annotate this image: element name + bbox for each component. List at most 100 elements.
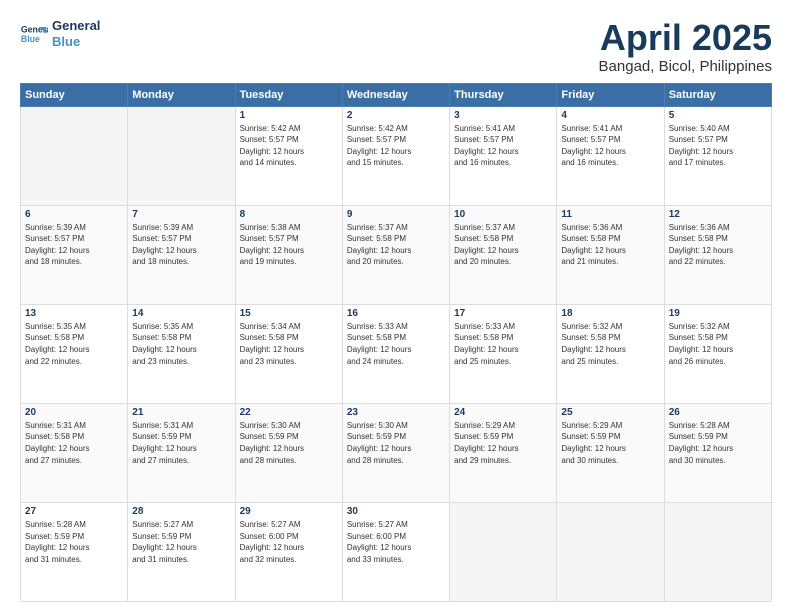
calendar-cell: 9 Sunrise: 5:37 AM Sunset: 5:58 PM Daylig… — [342, 205, 449, 304]
day-number: 14 — [132, 308, 230, 319]
calendar-subtitle: Bangad, Bicol, Philippines — [599, 58, 772, 75]
calendar-cell: 24 Sunrise: 5:29 AM Sunset: 5:59 PM Dayli… — [450, 403, 557, 502]
day-details: Sunrise: 5:42 AM Sunset: 5:57 PM Dayligh… — [240, 123, 338, 169]
day-details: Sunrise: 5:32 AM Sunset: 5:58 PM Dayligh… — [669, 321, 767, 367]
day-header-monday: Monday — [128, 83, 235, 106]
day-details: Sunrise: 5:40 AM Sunset: 5:57 PM Dayligh… — [669, 123, 767, 169]
calendar-table: SundayMondayTuesdayWednesdayThursdayFrid… — [20, 83, 772, 602]
calendar-title: April 2025 — [599, 18, 772, 58]
calendar-cell: 15Sunrise: 5:34 AM Sunset: 5:58 PM Dayli… — [235, 304, 342, 403]
calendar-cell: 22 Sunrise: 5:30 AM Sunset: 5:59 PM Dayli… — [235, 403, 342, 502]
calendar-week-row: 27 Sunrise: 5:28 AM Sunset: 5:59 PM Dayli… — [21, 502, 772, 601]
calendar-week-row: 13Sunrise: 5:35 AM Sunset: 5:58 PM Dayli… — [21, 304, 772, 403]
calendar-cell: 16Sunrise: 5:33 AM Sunset: 5:58 PM Dayli… — [342, 304, 449, 403]
day-number: 27 — [25, 506, 123, 517]
day-details: Sunrise: 5:35 AM Sunset: 5:58 PM Dayligh… — [25, 321, 123, 367]
calendar-cell: 23 Sunrise: 5:30 AM Sunset: 5:59 PM Dayli… — [342, 403, 449, 502]
day-number: 19 — [669, 308, 767, 319]
calendar-cell: 19 Sunrise: 5:32 AM Sunset: 5:58 PM Dayli… — [664, 304, 771, 403]
calendar-cell: 25Sunrise: 5:29 AM Sunset: 5:59 PM Dayli… — [557, 403, 664, 502]
day-details: Sunrise: 5:30 AM Sunset: 5:59 PM Dayligh… — [240, 420, 338, 466]
day-details: Sunrise: 5:29 AM Sunset: 5:59 PM Dayligh… — [454, 420, 552, 466]
day-number: 7 — [132, 209, 230, 220]
day-header-friday: Friday — [557, 83, 664, 106]
day-header-saturday: Saturday — [664, 83, 771, 106]
calendar-cell: 14 Sunrise: 5:35 AM Sunset: 5:58 PM Dayli… — [128, 304, 235, 403]
day-number: 23 — [347, 407, 445, 418]
calendar-cell: 12 Sunrise: 5:36 AM Sunset: 5:58 PM Dayli… — [664, 205, 771, 304]
day-number: 8 — [240, 209, 338, 220]
day-number: 1 — [240, 110, 338, 121]
calendar-cell — [128, 106, 235, 205]
day-number: 30 — [347, 506, 445, 517]
day-details: Sunrise: 5:31 AM Sunset: 5:58 PM Dayligh… — [25, 420, 123, 466]
logo: General Blue General Blue — [20, 18, 100, 49]
calendar-cell: 26Sunrise: 5:28 AM Sunset: 5:59 PM Dayli… — [664, 403, 771, 502]
day-details: Sunrise: 5:39 AM Sunset: 5:57 PM Dayligh… — [25, 222, 123, 268]
day-details: Sunrise: 5:41 AM Sunset: 5:57 PM Dayligh… — [454, 123, 552, 169]
day-details: Sunrise: 5:41 AM Sunset: 5:57 PM Dayligh… — [561, 123, 659, 169]
svg-text:Blue: Blue — [21, 33, 40, 43]
day-number: 22 — [240, 407, 338, 418]
day-number: 17 — [454, 308, 552, 319]
day-number: 9 — [347, 209, 445, 220]
day-number: 29 — [240, 506, 338, 517]
calendar-cell: 6 Sunrise: 5:39 AM Sunset: 5:57 PM Daylig… — [21, 205, 128, 304]
day-number: 11 — [561, 209, 659, 220]
calendar-cell: 28Sunrise: 5:27 AM Sunset: 5:59 PM Dayli… — [128, 502, 235, 601]
calendar-cell: 29 Sunrise: 5:27 AM Sunset: 6:00 PM Dayli… — [235, 502, 342, 601]
day-number: 25 — [561, 407, 659, 418]
calendar-cell: 13Sunrise: 5:35 AM Sunset: 5:58 PM Dayli… — [21, 304, 128, 403]
calendar-week-row: 1 Sunrise: 5:42 AM Sunset: 5:57 PM Daylig… — [21, 106, 772, 205]
calendar-cell — [21, 106, 128, 205]
page: General Blue General Blue April 2025 Ban… — [0, 0, 792, 612]
calendar-cell: 2 Sunrise: 5:42 AM Sunset: 5:57 PM Daylig… — [342, 106, 449, 205]
day-details: Sunrise: 5:32 AM Sunset: 5:58 PM Dayligh… — [561, 321, 659, 367]
day-details: Sunrise: 5:36 AM Sunset: 5:58 PM Dayligh… — [669, 222, 767, 268]
logo-blue: Blue — [52, 34, 100, 50]
day-number: 10 — [454, 209, 552, 220]
calendar-cell: 7Sunrise: 5:39 AM Sunset: 5:57 PM Daylig… — [128, 205, 235, 304]
day-details: Sunrise: 5:33 AM Sunset: 5:58 PM Dayligh… — [454, 321, 552, 367]
day-number: 3 — [454, 110, 552, 121]
day-details: Sunrise: 5:27 AM Sunset: 6:00 PM Dayligh… — [347, 519, 445, 565]
day-number: 6 — [25, 209, 123, 220]
calendar-week-row: 6 Sunrise: 5:39 AM Sunset: 5:57 PM Daylig… — [21, 205, 772, 304]
day-details: Sunrise: 5:37 AM Sunset: 5:58 PM Dayligh… — [454, 222, 552, 268]
calendar-cell: 10 Sunrise: 5:37 AM Sunset: 5:58 PM Dayli… — [450, 205, 557, 304]
day-number: 24 — [454, 407, 552, 418]
calendar-cell: 17 Sunrise: 5:33 AM Sunset: 5:58 PM Dayli… — [450, 304, 557, 403]
day-details: Sunrise: 5:28 AM Sunset: 5:59 PM Dayligh… — [25, 519, 123, 565]
calendar-cell: 18Sunrise: 5:32 AM Sunset: 5:58 PM Dayli… — [557, 304, 664, 403]
day-number: 16 — [347, 308, 445, 319]
day-number: 2 — [347, 110, 445, 121]
calendar-cell: 30 Sunrise: 5:27 AM Sunset: 6:00 PM Dayli… — [342, 502, 449, 601]
calendar-cell: 5Sunrise: 5:40 AM Sunset: 5:57 PM Daylig… — [664, 106, 771, 205]
calendar-cell: 27 Sunrise: 5:28 AM Sunset: 5:59 PM Dayli… — [21, 502, 128, 601]
header: General Blue General Blue April 2025 Ban… — [20, 18, 772, 75]
logo-general: General — [52, 18, 100, 34]
calendar-cell: 8 Sunrise: 5:38 AM Sunset: 5:57 PM Daylig… — [235, 205, 342, 304]
day-number: 20 — [25, 407, 123, 418]
day-details: Sunrise: 5:42 AM Sunset: 5:57 PM Dayligh… — [347, 123, 445, 169]
calendar-header-row: SundayMondayTuesdayWednesdayThursdayFrid… — [21, 83, 772, 106]
calendar-cell: 1 Sunrise: 5:42 AM Sunset: 5:57 PM Daylig… — [235, 106, 342, 205]
calendar-cell: 20 Sunrise: 5:31 AM Sunset: 5:58 PM Dayli… — [21, 403, 128, 502]
day-number: 28 — [132, 506, 230, 517]
day-details: Sunrise: 5:30 AM Sunset: 5:59 PM Dayligh… — [347, 420, 445, 466]
day-header-sunday: Sunday — [21, 83, 128, 106]
day-details: Sunrise: 5:36 AM Sunset: 5:58 PM Dayligh… — [561, 222, 659, 268]
day-details: Sunrise: 5:38 AM Sunset: 5:57 PM Dayligh… — [240, 222, 338, 268]
day-number: 26 — [669, 407, 767, 418]
day-number: 12 — [669, 209, 767, 220]
calendar-week-row: 20 Sunrise: 5:31 AM Sunset: 5:58 PM Dayli… — [21, 403, 772, 502]
calendar-cell: 4 Sunrise: 5:41 AM Sunset: 5:57 PM Daylig… — [557, 106, 664, 205]
day-details: Sunrise: 5:35 AM Sunset: 5:58 PM Dayligh… — [132, 321, 230, 367]
day-details: Sunrise: 5:37 AM Sunset: 5:58 PM Dayligh… — [347, 222, 445, 268]
day-header-thursday: Thursday — [450, 83, 557, 106]
day-number: 15 — [240, 308, 338, 319]
day-number: 4 — [561, 110, 659, 121]
day-header-wednesday: Wednesday — [342, 83, 449, 106]
title-area: April 2025 Bangad, Bicol, Philippines — [599, 18, 772, 75]
day-details: Sunrise: 5:27 AM Sunset: 6:00 PM Dayligh… — [240, 519, 338, 565]
